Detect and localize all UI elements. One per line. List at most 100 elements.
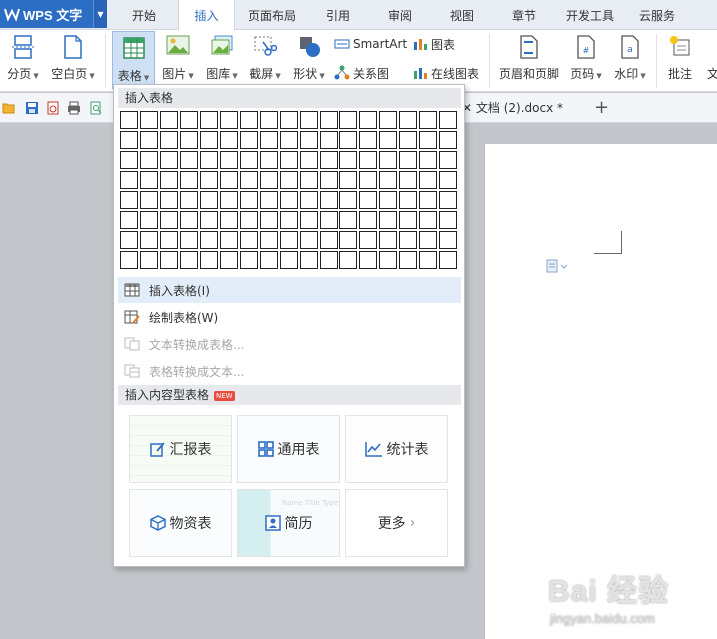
table-grid-cell[interactable] <box>139 210 158 229</box>
table-grid-cell[interactable] <box>419 130 438 149</box>
table-grid-cell[interactable] <box>139 150 158 169</box>
table-grid-cell[interactable] <box>239 170 258 189</box>
table-grid-cell[interactable] <box>359 130 378 149</box>
table-grid-cell[interactable] <box>159 130 178 149</box>
table-grid-cell[interactable] <box>299 190 318 209</box>
table-grid-cell[interactable] <box>120 111 138 129</box>
table-grid-cell[interactable] <box>279 230 298 249</box>
insert-table-menu-item[interactable]: 插入表格(I) <box>118 277 461 303</box>
table-grid-cell[interactable] <box>279 210 298 229</box>
table-grid-cell[interactable] <box>299 210 318 229</box>
table-grid-cell[interactable] <box>199 230 218 249</box>
table-grid-cell[interactable] <box>319 250 338 269</box>
table-grid-cell[interactable] <box>179 190 198 209</box>
table-grid-cell[interactable] <box>139 230 158 249</box>
report-table-template[interactable]: 汇报表 <box>129 415 232 483</box>
table-grid-cell[interactable] <box>399 190 418 209</box>
document-tab[interactable]: ✕ 文档 (2).docx * <box>462 93 563 123</box>
table-grid-cell[interactable] <box>179 170 198 189</box>
table-grid-cell[interactable] <box>199 150 218 169</box>
table-grid-cell[interactable] <box>399 150 418 169</box>
table-grid-cell[interactable] <box>179 210 198 229</box>
table-grid-cell[interactable] <box>179 230 198 249</box>
new-tab-plus-icon[interactable]: + <box>594 93 609 123</box>
table-grid-cell[interactable] <box>299 230 318 249</box>
table-grid-cell[interactable] <box>319 111 338 129</box>
shape-button[interactable]: 形状 ▼ <box>288 30 330 90</box>
comment-button[interactable]: 批注 <box>662 30 698 90</box>
table-grid-cell[interactable] <box>159 150 178 169</box>
table-grid-cell[interactable] <box>379 210 398 229</box>
table-grid-cell[interactable] <box>120 170 138 189</box>
table-grid-cell[interactable] <box>359 230 378 249</box>
table-grid-cell[interactable] <box>120 150 138 169</box>
table-grid-cell[interactable] <box>339 210 358 229</box>
table-grid-cell[interactable] <box>359 190 378 209</box>
table-grid-cell[interactable] <box>359 111 378 129</box>
table-grid-cell[interactable] <box>359 170 378 189</box>
table-grid-cell[interactable] <box>339 111 358 129</box>
table-grid-cell[interactable] <box>419 230 438 249</box>
table-grid-cell[interactable] <box>259 150 278 169</box>
table-grid-cell[interactable] <box>359 150 378 169</box>
screenshot-button[interactable]: 截屏 ▼ <box>245 30 285 90</box>
table-grid-cell[interactable] <box>419 250 438 269</box>
table-grid-cell[interactable] <box>239 150 258 169</box>
document-page[interactable] <box>484 144 717 639</box>
online-chart-button[interactable]: 在线图表 <box>412 63 479 83</box>
table-grid-cell[interactable] <box>179 250 198 269</box>
table-grid-cell[interactable] <box>379 170 398 189</box>
watermark-button[interactable]: a 水印 ▼ <box>610 30 650 90</box>
table-grid-cell[interactable] <box>439 210 458 229</box>
table-grid-cell[interactable] <box>259 130 278 149</box>
table-grid-cell[interactable] <box>139 190 158 209</box>
table-grid-cell[interactable] <box>199 250 218 269</box>
save-icon[interactable] <box>25 101 39 115</box>
open-folder-icon[interactable] <box>2 101 16 115</box>
table-grid-cell[interactable] <box>299 111 318 129</box>
table-grid-cell[interactable] <box>239 190 258 209</box>
table-to-text-menu-item[interactable]: 表格转换成文本... <box>118 358 461 384</box>
app-menu-button[interactable]: WPS 文字 ▼ <box>0 0 107 28</box>
paragraph-options-icon[interactable] <box>546 259 568 276</box>
table-grid-cell[interactable] <box>120 130 138 149</box>
table-grid-cell[interactable] <box>439 150 458 169</box>
table-grid-cell[interactable] <box>179 130 198 149</box>
table-grid-cell[interactable] <box>139 250 158 269</box>
table-grid-cell[interactable] <box>279 250 298 269</box>
table-grid-cell[interactable] <box>439 230 458 249</box>
statistics-table-template[interactable]: 统计表 <box>345 415 448 483</box>
table-grid-cell[interactable] <box>299 130 318 149</box>
supplies-table-template[interactable]: 物资表 <box>129 489 232 557</box>
table-grid-cell[interactable] <box>439 250 458 269</box>
picture-button[interactable]: 图片 ▼ <box>158 30 198 90</box>
table-grid-cell[interactable] <box>219 250 238 269</box>
table-grid-cell[interactable] <box>339 130 358 149</box>
export-pdf-icon[interactable] <box>46 101 60 115</box>
table-grid-cell[interactable] <box>419 210 438 229</box>
table-grid-cell[interactable] <box>219 130 238 149</box>
table-grid-cell[interactable] <box>239 230 258 249</box>
table-grid-cell[interactable] <box>279 111 298 129</box>
table-grid-cell[interactable] <box>379 150 398 169</box>
table-grid-cell[interactable] <box>179 150 198 169</box>
table-grid-cell[interactable] <box>219 170 238 189</box>
text-box-button[interactable]: 文 <box>706 30 717 90</box>
table-grid-cell[interactable] <box>339 170 358 189</box>
table-grid-cell[interactable] <box>120 230 138 249</box>
table-grid-cell[interactable] <box>139 111 158 129</box>
table-grid-cell[interactable] <box>259 170 278 189</box>
table-grid-cell[interactable] <box>219 190 238 209</box>
table-grid-cell[interactable] <box>179 111 198 129</box>
table-grid-cell[interactable] <box>439 111 458 129</box>
table-grid-cell[interactable] <box>379 250 398 269</box>
table-grid-cell[interactable] <box>399 130 418 149</box>
app-menu-arrow-icon[interactable]: ▼ <box>93 0 107 28</box>
table-grid-cell[interactable] <box>299 150 318 169</box>
table-grid-cell[interactable] <box>419 111 438 129</box>
tab-insert[interactable]: 插入 <box>178 0 235 31</box>
table-grid-cell[interactable] <box>419 190 438 209</box>
table-grid-cell[interactable] <box>399 230 418 249</box>
table-grid-cell[interactable] <box>219 111 238 129</box>
table-grid-cell[interactable] <box>159 111 178 129</box>
